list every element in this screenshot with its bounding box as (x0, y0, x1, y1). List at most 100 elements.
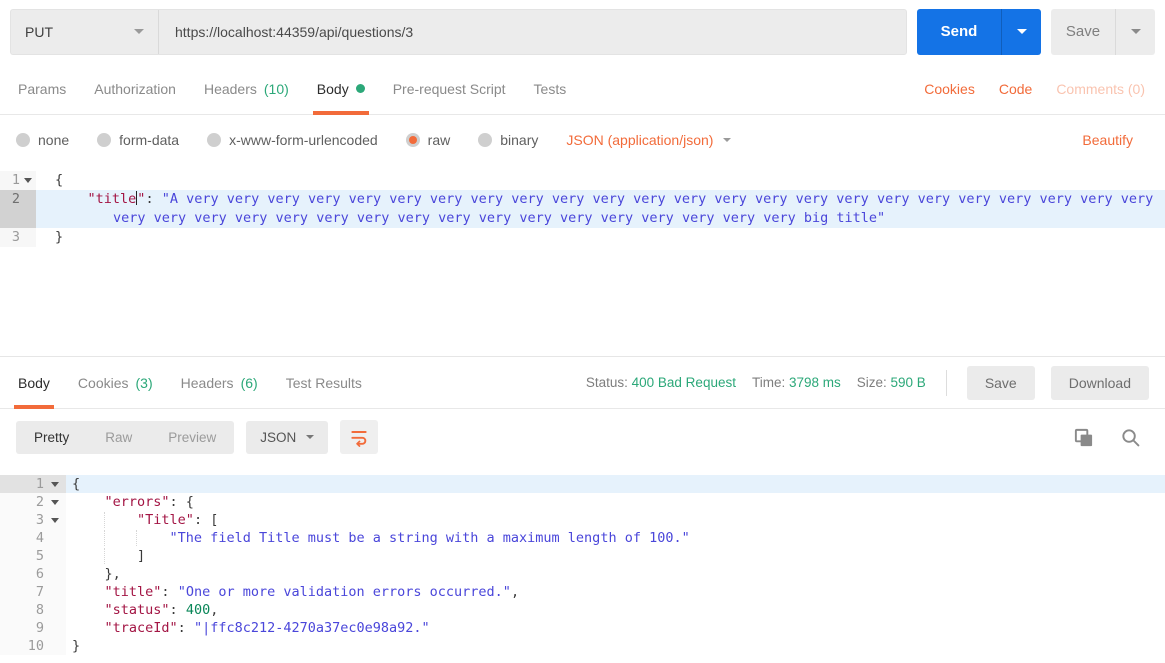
chevron-down-icon (1016, 29, 1027, 34)
response-tab-test-results[interactable]: Test Results (272, 357, 376, 408)
tab-pre-request-script-label: Pre-request Script (392, 80, 506, 97)
radio-label-binary: binary (500, 132, 539, 148)
code-line-content: "title": "One or more validation errors … (66, 583, 1165, 601)
code-line: 2 "errors": { (0, 493, 1165, 511)
token-p: : (145, 191, 162, 207)
response-tab-cookies[interactable]: Cookies (3) (64, 357, 167, 408)
link-comments-0[interactable]: Comments (0) (1056, 81, 1145, 97)
radio-label-raw: raw (427, 132, 451, 148)
response-meta: Status: 400 Bad Request Time: 3798 ms Size… (586, 365, 1161, 400)
fold-toggle[interactable] (20, 171, 36, 190)
token-str: "The field Title must be a string with a… (169, 530, 690, 546)
line-number: 8 (35, 602, 44, 618)
token-p (55, 191, 88, 207)
token-p: } (72, 638, 81, 654)
line-number: 3 (11, 229, 20, 245)
radio-form-data[interactable]: form-data (97, 132, 179, 148)
link-cookies[interactable]: Cookies (924, 81, 975, 97)
code-line: 2 "title": "A very very very very very v… (0, 190, 1165, 228)
code-line-content: "The field Title must be a string with a… (66, 529, 1165, 547)
response-tab-body[interactable]: Body (4, 357, 64, 409)
radio-icon (97, 133, 112, 147)
fold-toggle[interactable] (44, 475, 66, 493)
tab-authorization[interactable]: Authorization (80, 63, 190, 114)
token-str: "|ffc8c212-4270a37ec0e98a92." (193, 620, 430, 636)
response-tab-test-results-label: Test Results (285, 374, 362, 391)
save-request-button[interactable]: Save (1051, 9, 1115, 55)
copy-button[interactable] (1073, 427, 1094, 448)
code-line-content[interactable]: } (36, 228, 1165, 247)
save-response-button[interactable]: Save (966, 365, 1035, 400)
line-number: 4 (35, 530, 44, 546)
token-ind0 (72, 548, 105, 564)
tab-tests[interactable]: Tests (520, 63, 581, 114)
fold-toggle[interactable] (44, 511, 66, 529)
send-options-button[interactable] (1001, 8, 1041, 55)
code-line-content: } (66, 637, 1165, 655)
tab-pre-request-script[interactable]: Pre-request Script (379, 63, 520, 114)
chevron-down-icon (306, 435, 315, 439)
search-button[interactable] (1120, 427, 1141, 448)
line-gutter: 1 (0, 171, 36, 190)
tab-headers[interactable]: Headers (10) (190, 63, 303, 114)
line-gutter: 8 (0, 601, 66, 619)
code-line-content: "traceId": "|ffc8c212-4270a37ec0e98a92." (66, 619, 1165, 637)
wrap-text-icon (351, 431, 367, 447)
search-icon (1122, 428, 1140, 446)
divider (945, 369, 947, 396)
tab-authorization-label: Authorization (94, 80, 176, 97)
code-line-content: "Title": [ (66, 511, 1165, 529)
line-gutter: 2 (0, 190, 36, 228)
tab-body-label: Body (316, 80, 349, 97)
radio-x-www-form-urlencoded[interactable]: x-www-form-urlencoded (207, 132, 378, 148)
response-language-select[interactable]: JSON (246, 420, 329, 454)
chevron-down-icon (723, 138, 732, 142)
body-dot-icon (355, 84, 365, 93)
code-line: 9 "traceId": "|ffc8c212-4270a37ec0e98a92… (0, 619, 1165, 637)
url-input[interactable] (159, 9, 906, 54)
token-key: "Title" (137, 512, 194, 528)
method-select[interactable]: PUT (11, 9, 159, 54)
token-num: 400 (185, 602, 211, 618)
token-p: : [ (193, 512, 219, 528)
language-value: JSON (260, 429, 297, 445)
send-label: Send (940, 23, 978, 40)
line-gutter: 3 (0, 511, 66, 529)
token-p: ] (137, 548, 146, 564)
code-line-content[interactable]: { (36, 171, 1165, 190)
tab-params[interactable]: Params (4, 63, 80, 114)
radio-binary[interactable]: binary (478, 132, 538, 148)
download-response-button[interactable]: Download (1050, 365, 1149, 400)
line-gutter: 10 (0, 637, 66, 655)
content-type-select[interactable]: JSON (application/json) (566, 132, 732, 148)
send-button[interactable]: Send (917, 9, 1001, 55)
link-code[interactable]: Code (999, 81, 1032, 97)
fold-toggle[interactable] (44, 493, 66, 511)
save-options-button[interactable] (1115, 8, 1155, 55)
view-preview[interactable]: Preview (150, 421, 234, 454)
wrap-lines-button[interactable] (340, 420, 379, 454)
token-key: "errors" (104, 494, 170, 510)
beautify-link[interactable]: Beautify (1082, 132, 1149, 148)
token-ind (103, 548, 138, 564)
code-line-content[interactable]: "title": "A very very very very very ver… (36, 190, 1165, 228)
fold-caret-icon (51, 481, 59, 487)
token-ind0 (72, 602, 105, 618)
code-line: 3 "Title": [ (0, 511, 1165, 529)
view-pretty[interactable]: Pretty (16, 421, 87, 454)
response-tab-body-label: Body (18, 374, 50, 391)
token-p: { (55, 172, 64, 188)
request-body-editor[interactable]: 1 {2 "title": "A very very very very very… (0, 165, 1165, 357)
line-gutter: 9 (0, 619, 66, 637)
line-gutter: 2 (0, 493, 66, 511)
radio-raw[interactable]: raw (405, 132, 451, 148)
tab-body[interactable]: Body (303, 63, 379, 115)
response-tab-headers[interactable]: Headers (6) (167, 357, 272, 408)
stat-value: 400 Bad Request (631, 375, 736, 390)
view-raw[interactable]: Raw (87, 421, 150, 454)
token-p: { (72, 476, 81, 492)
token-ind (136, 530, 170, 546)
token-p: : (161, 584, 178, 600)
stat-size: Size: 590 B (857, 375, 926, 390)
radio-none[interactable]: none (16, 132, 69, 148)
